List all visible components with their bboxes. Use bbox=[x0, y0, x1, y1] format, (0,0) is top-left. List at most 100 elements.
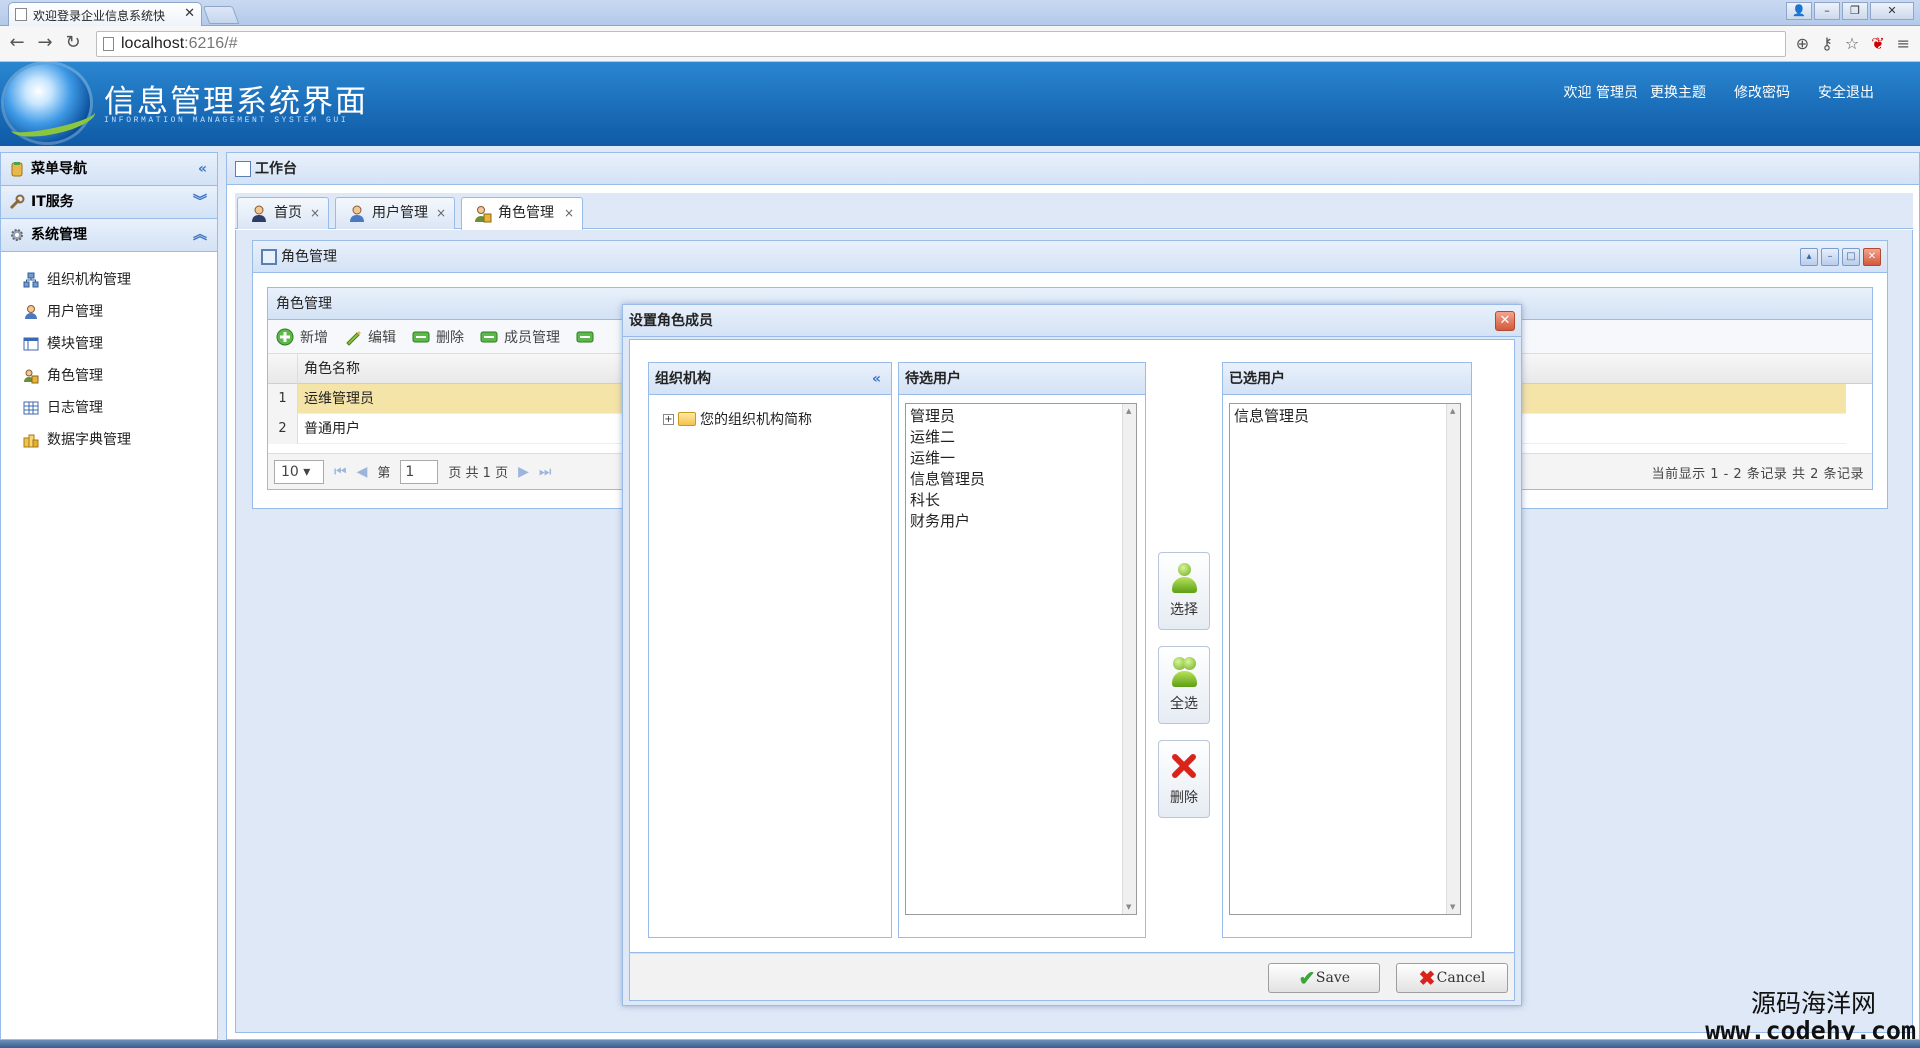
select-all-button[interactable]: 全选 bbox=[1158, 646, 1210, 724]
candidate-users-list[interactable]: 管理员 运维二 运维一 信息管理员 科长 财务用户 ▲ ▼ bbox=[905, 403, 1137, 915]
change-password-link[interactable]: 修改密码 bbox=[1734, 82, 1790, 102]
close-tab-icon[interactable]: × bbox=[310, 198, 320, 228]
scroll-down-icon[interactable]: ▼ bbox=[1126, 903, 1131, 911]
close-tab-icon[interactable]: ✕ bbox=[184, 6, 195, 21]
maximize-panel-icon[interactable]: □ bbox=[1842, 248, 1860, 266]
address-bar[interactable]: localhost:6216/# bbox=[96, 31, 1786, 57]
collapse-sidebar-icon[interactable]: « bbox=[198, 153, 207, 185]
candidate-users-panel: 待选用户 管理员 运维二 运维一 信息管理员 科长 财务用户 ▲ ▼ bbox=[898, 362, 1146, 938]
org-panel-header: 组织机构 « bbox=[649, 363, 891, 395]
browser-tab[interactable]: 欢迎登录企业信息系统快 ✕ bbox=[8, 2, 202, 26]
role-name-cell: 运维管理员 bbox=[304, 391, 374, 407]
scroll-down-icon[interactable]: ▼ bbox=[1450, 903, 1455, 911]
collapse-panel-icon[interactable]: « bbox=[872, 363, 881, 395]
window-close-button[interactable]: ✕ bbox=[1870, 2, 1914, 20]
menu-nav-icon bbox=[11, 162, 23, 177]
delete-button[interactable]: 删除 bbox=[412, 327, 464, 347]
app-subtitle: INFORMATION MANAGEMENT SYSTEM GUI bbox=[104, 116, 349, 125]
sidebar-item-label: 组织机构管理 bbox=[47, 272, 131, 288]
list-item[interactable]: 财务用户 bbox=[910, 511, 1132, 532]
maximize-button[interactable]: ❐ bbox=[1842, 2, 1868, 20]
dialog-title: 设置角色成员 bbox=[629, 313, 713, 329]
last-page-icon[interactable]: ⏭ bbox=[539, 464, 552, 480]
new-tab-button[interactable] bbox=[202, 6, 240, 24]
members-button[interactable]: 成员管理 bbox=[480, 327, 560, 347]
sidebar-group-it[interactable]: IT服务 ︾ bbox=[1, 186, 217, 219]
tab-roles[interactable]: 角色管理 × bbox=[461, 197, 583, 230]
key-icon[interactable]: ⚷ bbox=[1821, 34, 1833, 53]
header-links: 欢迎 管理员 更换主题 修改密码 安全退出 bbox=[1564, 82, 1874, 102]
list-item[interactable]: 管理员 bbox=[910, 406, 1132, 427]
page-number-input[interactable]: 1 bbox=[400, 459, 439, 484]
sidebar-item-modules[interactable]: 模块管理 bbox=[1, 328, 217, 360]
select-button[interactable]: 选择 bbox=[1158, 552, 1210, 630]
page-size-select[interactable]: 10 ▾ bbox=[274, 459, 324, 484]
cancel-button[interactable]: ✖ Cancel bbox=[1396, 963, 1508, 993]
candidate-users-title: 待选用户 bbox=[905, 371, 961, 387]
save-button[interactable]: ✔ Save bbox=[1268, 963, 1380, 993]
scrollbar[interactable]: ▲ ▼ bbox=[1446, 404, 1460, 914]
select-label: 选择 bbox=[1170, 602, 1198, 618]
next-page-icon[interactable]: ▶ bbox=[518, 464, 529, 480]
change-theme-link[interactable]: 更换主题 bbox=[1650, 82, 1706, 102]
back-arrow-icon[interactable]: ← bbox=[6, 32, 28, 53]
chevron-down-icon[interactable]: ︾ bbox=[193, 186, 207, 218]
reload-icon[interactable]: ↻ bbox=[62, 32, 84, 53]
close-dialog-icon[interactable]: ✕ bbox=[1495, 311, 1515, 331]
list-item[interactable]: 科长 bbox=[910, 490, 1132, 511]
add-button[interactable]: 新增 bbox=[276, 327, 328, 347]
role-icon bbox=[475, 206, 492, 223]
edit-label: 编辑 bbox=[368, 329, 396, 346]
column-header-role-name[interactable]: 角色名称 bbox=[304, 354, 360, 384]
prev-page-icon[interactable]: ◀ bbox=[357, 464, 368, 480]
logout-link[interactable]: 安全退出 bbox=[1818, 82, 1874, 102]
sidebar-item-org[interactable]: 组织机构管理 bbox=[1, 264, 217, 296]
bookmark-star-icon[interactable]: ☆ bbox=[1845, 34, 1859, 53]
close-panel-icon[interactable]: ✕ bbox=[1863, 248, 1881, 266]
sidebar-group-label: IT服务 bbox=[31, 194, 74, 210]
sidebar-item-logs[interactable]: 日志管理 bbox=[1, 392, 217, 424]
collapse-panel-icon[interactable]: ▴ bbox=[1800, 248, 1818, 266]
scroll-up-icon[interactable]: ▲ bbox=[1450, 407, 1455, 415]
tab-home[interactable]: 首页 × bbox=[237, 197, 329, 229]
sidebar-header: 菜单导航 « bbox=[1, 153, 217, 186]
minimize-button[interactable]: – bbox=[1814, 2, 1840, 20]
dialog-body: 组织机构 « + 您的组织机构简称 待选用户 管理员 运维二 运维一 信息管理员… bbox=[629, 339, 1515, 953]
zoom-icon[interactable]: ⊕ bbox=[1796, 34, 1809, 53]
close-tab-icon[interactable]: × bbox=[436, 198, 446, 228]
page-label: 第 bbox=[377, 466, 391, 481]
browser-actions: ⊕ ⚷ ☆ ❦ ≡ bbox=[1796, 34, 1910, 53]
welcome-user-link[interactable]: 欢迎 管理员 bbox=[1564, 82, 1638, 102]
menu-icon[interactable]: ≡ bbox=[1897, 34, 1910, 53]
extension-icon[interactable]: ❦ bbox=[1871, 34, 1884, 53]
more-button[interactable] bbox=[576, 331, 594, 343]
edit-button[interactable]: 编辑 bbox=[344, 327, 396, 347]
minimize-panel-icon[interactable]: – bbox=[1821, 248, 1839, 266]
profile-icon[interactable]: 👤 bbox=[1786, 2, 1812, 20]
save-label: Save bbox=[1315, 970, 1351, 986]
sidebar-item-dictionary[interactable]: 数据字典管理 bbox=[1, 424, 217, 456]
scrollbar[interactable]: ▲ ▼ bbox=[1122, 404, 1136, 914]
list-item[interactable]: 信息管理员 bbox=[910, 469, 1132, 490]
close-tab-icon[interactable]: × bbox=[564, 198, 574, 228]
tree-node[interactable]: + 您的组织机构简称 bbox=[663, 409, 812, 429]
list-item[interactable]: 运维一 bbox=[910, 448, 1132, 469]
tab-users[interactable]: 用户管理 × bbox=[335, 197, 455, 229]
expand-icon[interactable]: + bbox=[663, 413, 674, 425]
sidebar-group-system[interactable]: 系统管理 ︽ bbox=[1, 219, 217, 252]
window-controls: 👤 – ❐ ✕ bbox=[1786, 2, 1914, 20]
list-item[interactable]: 运维二 bbox=[910, 427, 1132, 448]
sidebar-item-users[interactable]: 用户管理 bbox=[1, 296, 217, 328]
page-size-value: 10 bbox=[281, 463, 299, 480]
forward-arrow-icon[interactable]: → bbox=[34, 32, 56, 53]
scroll-up-icon[interactable]: ▲ bbox=[1126, 407, 1131, 415]
chevron-up-icon[interactable]: ︽ bbox=[193, 219, 207, 251]
remove-button[interactable]: 删除 bbox=[1158, 740, 1210, 818]
selected-options: 信息管理员 bbox=[1230, 404, 1460, 429]
dialog-header: 设置角色成员 ✕ bbox=[623, 305, 1521, 337]
list-item[interactable]: 信息管理员 bbox=[1234, 406, 1456, 427]
first-page-icon[interactable]: ⏮ bbox=[334, 464, 347, 480]
sidebar-item-roles[interactable]: 角色管理 bbox=[1, 360, 217, 392]
save-disk-icon bbox=[261, 249, 277, 265]
selected-users-list[interactable]: 信息管理员 ▲ ▼ bbox=[1229, 403, 1461, 915]
